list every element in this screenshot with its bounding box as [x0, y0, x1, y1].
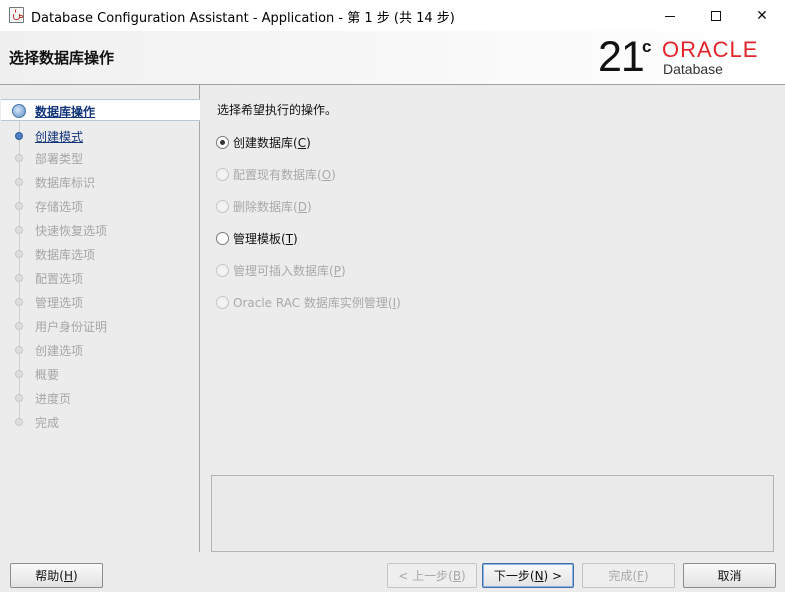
logo-brand: ORACLE — [662, 37, 759, 62]
radio-selected-icon — [216, 135, 229, 149]
close-icon: ✕ — [756, 7, 768, 24]
minimize-button[interactable] — [647, 0, 693, 31]
step-dot-icon — [15, 322, 23, 330]
title-bar: Database Configuration Assistant - Appli… — [0, 0, 785, 31]
step-dot-icon — [15, 226, 23, 234]
java-cup-icon — [9, 7, 24, 23]
finish-button: 完成(F) — [582, 563, 675, 588]
current-step-icon — [12, 104, 26, 118]
step-dot-icon — [15, 178, 23, 186]
nav-step-summary: 概要 — [1, 363, 200, 385]
radio-icon — [216, 231, 229, 245]
step-navigation: 数据库操作 创建模式 部署类型 数据库标识 存储选项 快速恢复选项 数据库选项 … — [1, 85, 200, 552]
nav-step-finish: 完成 — [1, 411, 200, 433]
step-dot-icon — [15, 370, 23, 378]
nav-step-deployment-type: 部署类型 — [1, 147, 200, 169]
window-title: Database Configuration Assistant - Appli… — [31, 11, 455, 26]
nav-step-configuration-options: 配置选项 — [1, 267, 200, 289]
step-dot-icon — [15, 394, 23, 402]
step-dot-icon — [15, 346, 23, 354]
nav-step-database-operation[interactable]: 数据库操作 — [1, 99, 200, 121]
maximize-icon — [711, 10, 721, 21]
rac-instance-management-radio: Oracle RAC 数据库实例管理(I) — [216, 293, 401, 311]
nav-step-user-credentials: 用户身份证明 — [1, 315, 200, 337]
delete-database-radio: 删除数据库(D) — [216, 197, 312, 215]
message-area — [211, 475, 774, 552]
logo-version-suffix: c — [642, 37, 652, 56]
nav-step-database-options: 数据库选项 — [1, 243, 200, 265]
operation-prompt: 选择希望执行的操作。 — [217, 103, 338, 117]
radio-icon — [216, 263, 229, 277]
next-button[interactable]: 下一步(N) > — [482, 563, 574, 588]
cancel-button[interactable]: 取消 — [683, 563, 776, 588]
help-button[interactable]: 帮助(H) — [10, 563, 103, 588]
main-panel: 选择希望执行的操作。 创建数据库(C) 配置现有数据库(O) 删除数据库(D) … — [201, 85, 785, 552]
step-dot-icon — [15, 154, 23, 162]
create-database-radio[interactable]: 创建数据库(C) — [216, 133, 311, 151]
nav-step-fast-recovery: 快速恢复选项 — [1, 219, 200, 241]
radio-icon — [216, 199, 229, 213]
nav-step-creation-mode[interactable]: 创建模式 — [1, 125, 200, 147]
radio-icon — [216, 295, 229, 309]
back-button: < 上一步(B) — [387, 563, 477, 588]
nav-step-progress: 进度页 — [1, 387, 200, 409]
manage-templates-radio[interactable]: 管理模板(T) — [216, 229, 298, 247]
step-dot-icon — [15, 274, 23, 282]
maximize-button[interactable] — [693, 0, 739, 31]
step-dot-icon — [15, 202, 23, 210]
step-dot-icon — [15, 298, 23, 306]
page-title: 选择数据库操作 — [9, 49, 115, 67]
logo-version: 21 — [598, 33, 645, 81]
manage-pluggable-databases-radio: 管理可插入数据库(P) — [216, 261, 346, 279]
step-dot-icon — [15, 418, 23, 426]
step-dot-icon — [15, 250, 23, 258]
nav-step-management-options: 管理选项 — [1, 291, 200, 313]
nav-step-creation-options: 创建选项 — [1, 339, 200, 361]
step-dot-icon — [15, 132, 23, 140]
logo-product: Database — [663, 61, 723, 77]
close-button[interactable]: ✕ — [739, 0, 785, 31]
minimize-icon — [665, 16, 675, 17]
nav-step-database-identification: 数据库标识 — [1, 171, 200, 193]
configure-existing-database-radio: 配置现有数据库(O) — [216, 165, 336, 183]
nav-step-storage-options: 存储选项 — [1, 195, 200, 217]
radio-icon — [216, 167, 229, 181]
page-header: 选择数据库操作 21 c ORACLE Database — [0, 31, 785, 84]
